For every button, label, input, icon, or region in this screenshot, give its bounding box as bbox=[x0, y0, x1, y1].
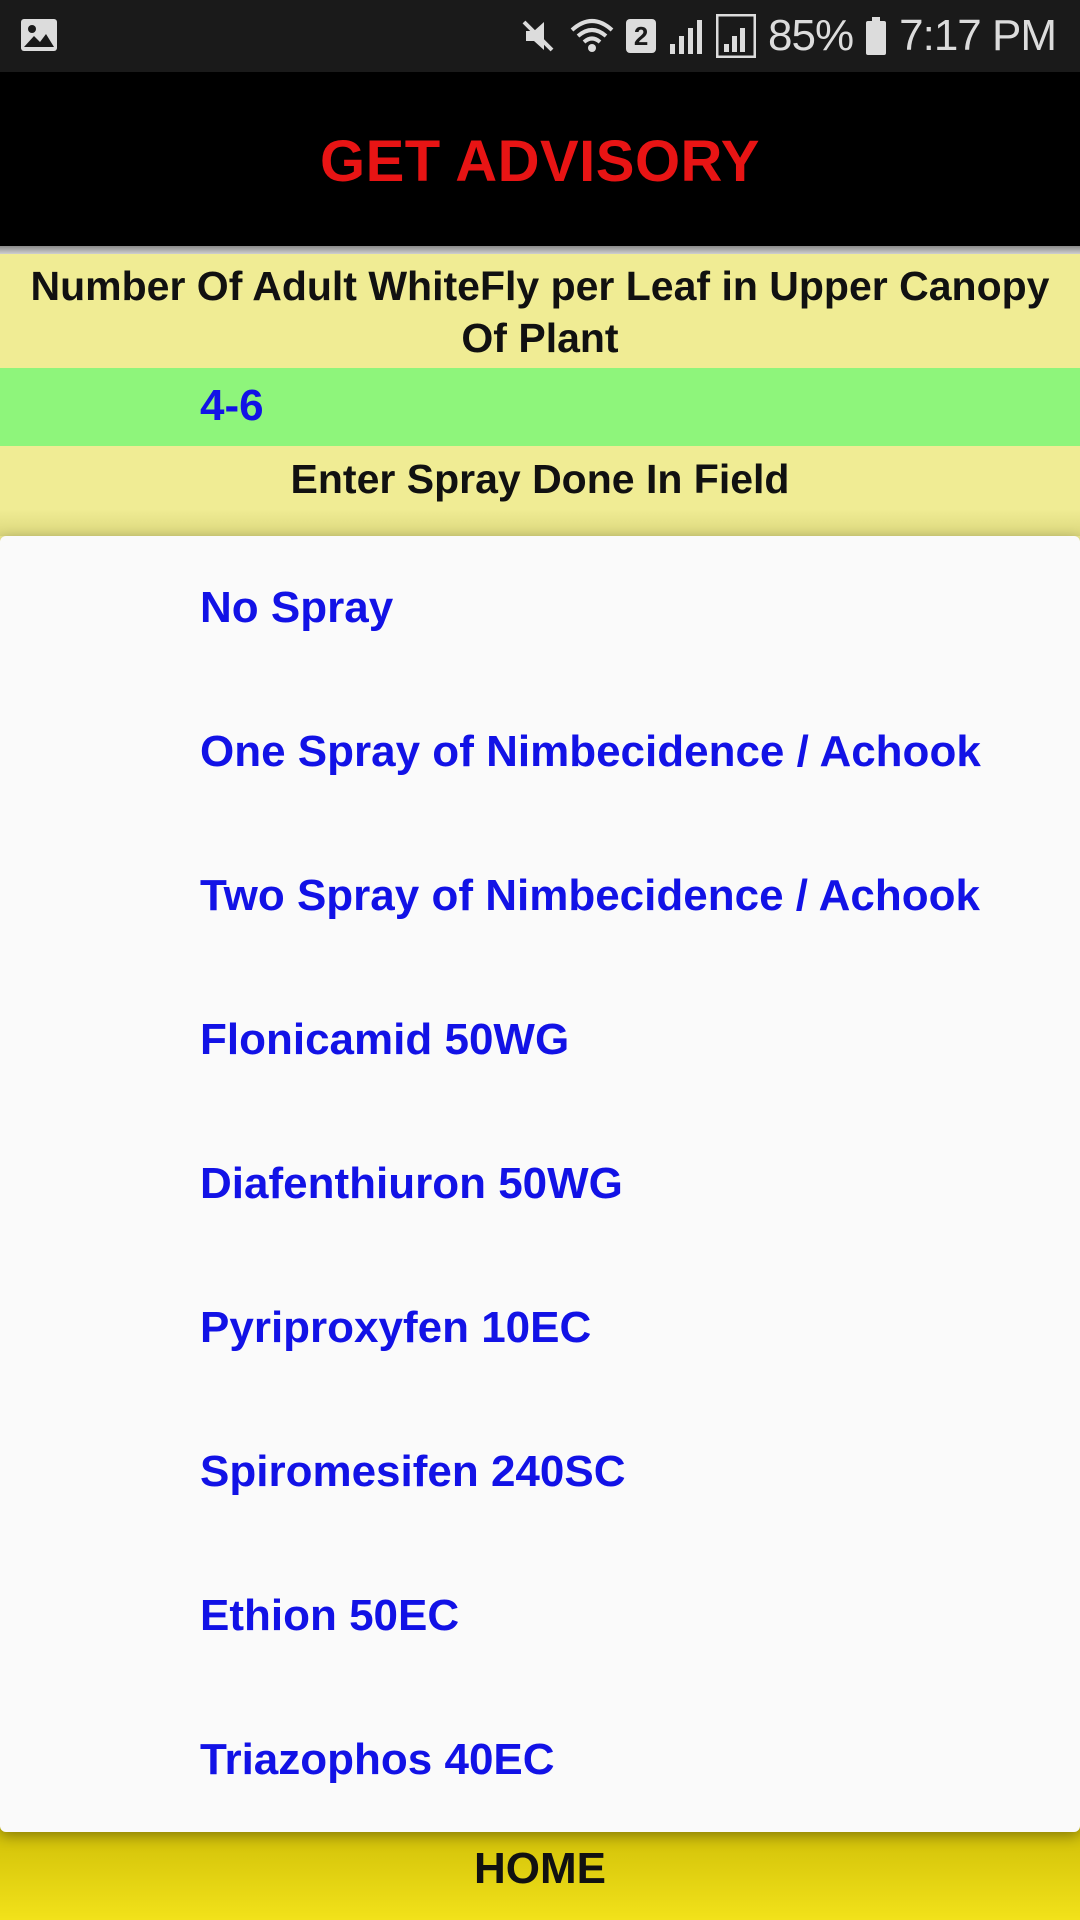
option-label: Spiromesifen 240SC bbox=[200, 1447, 626, 1496]
spray-option-two-nimbecidence[interactable]: Two Spray of Nimbecidence / Achook bbox=[0, 824, 1080, 968]
spray-section-label: Enter Spray Done In Field bbox=[0, 446, 1080, 536]
clock: 7:17 PM bbox=[899, 11, 1057, 60]
spray-option-ethion[interactable]: Ethion 50EC bbox=[0, 1544, 1080, 1688]
spray-option-diafenthiuron[interactable]: Diafenthiuron 50WG bbox=[0, 1112, 1080, 1256]
option-label: Pyriproxyfen 10EC bbox=[200, 1303, 592, 1352]
spray-option-flonicamid[interactable]: Flonicamid 50WG bbox=[0, 968, 1080, 1112]
whitefly-count-select[interactable]: 4-6 bbox=[0, 368, 1080, 446]
mute-icon bbox=[522, 20, 554, 52]
option-label: Two Spray of Nimbecidence / Achook bbox=[200, 871, 980, 920]
wifi-icon bbox=[570, 19, 614, 52]
app-header: GET ADVISORY bbox=[0, 72, 1080, 250]
signal-icon bbox=[716, 14, 757, 58]
option-label: Triazophos 40EC bbox=[200, 1735, 555, 1784]
home-button[interactable]: HOME bbox=[0, 1820, 1080, 1920]
spray-option-triazophos[interactable]: Triazophos 40EC bbox=[0, 1688, 1080, 1832]
option-label: One Spray of Nimbecidence / Achook bbox=[200, 727, 981, 776]
spray-option-no-spray[interactable]: No Spray bbox=[0, 536, 1080, 680]
spray-option-spiromesifen[interactable]: Spiromesifen 240SC bbox=[0, 1400, 1080, 1544]
option-label: No Spray bbox=[200, 583, 394, 632]
header-divider bbox=[0, 246, 1080, 254]
whitefly-question-label: Number Of Adult WhiteFly per Leaf in Upp… bbox=[0, 254, 1080, 368]
option-label: Diafenthiuron 50WG bbox=[200, 1159, 623, 1208]
battery-icon bbox=[866, 17, 887, 55]
battery-percent: 85% bbox=[768, 11, 854, 60]
option-label: Flonicamid 50WG bbox=[200, 1015, 570, 1064]
spray-option-pyriproxyfen[interactable]: Pyriproxyfen 10EC bbox=[0, 1256, 1080, 1400]
gallery-icon bbox=[21, 19, 57, 51]
status-bar: 2 85% 7:17 PM bbox=[0, 0, 1080, 72]
sim-badge: 2 bbox=[626, 19, 657, 53]
spray-option-one-nimbecidence[interactable]: One Spray of Nimbecidence / Achook bbox=[0, 680, 1080, 824]
spray-dropdown-list: No Spray One Spray of Nimbecidence / Ach… bbox=[0, 536, 1080, 1832]
page-title: GET ADVISORY bbox=[320, 128, 760, 194]
signal-r-icon bbox=[670, 20, 703, 54]
option-label: Ethion 50EC bbox=[200, 1591, 460, 1640]
whitefly-count-value: 4-6 bbox=[200, 381, 264, 430]
